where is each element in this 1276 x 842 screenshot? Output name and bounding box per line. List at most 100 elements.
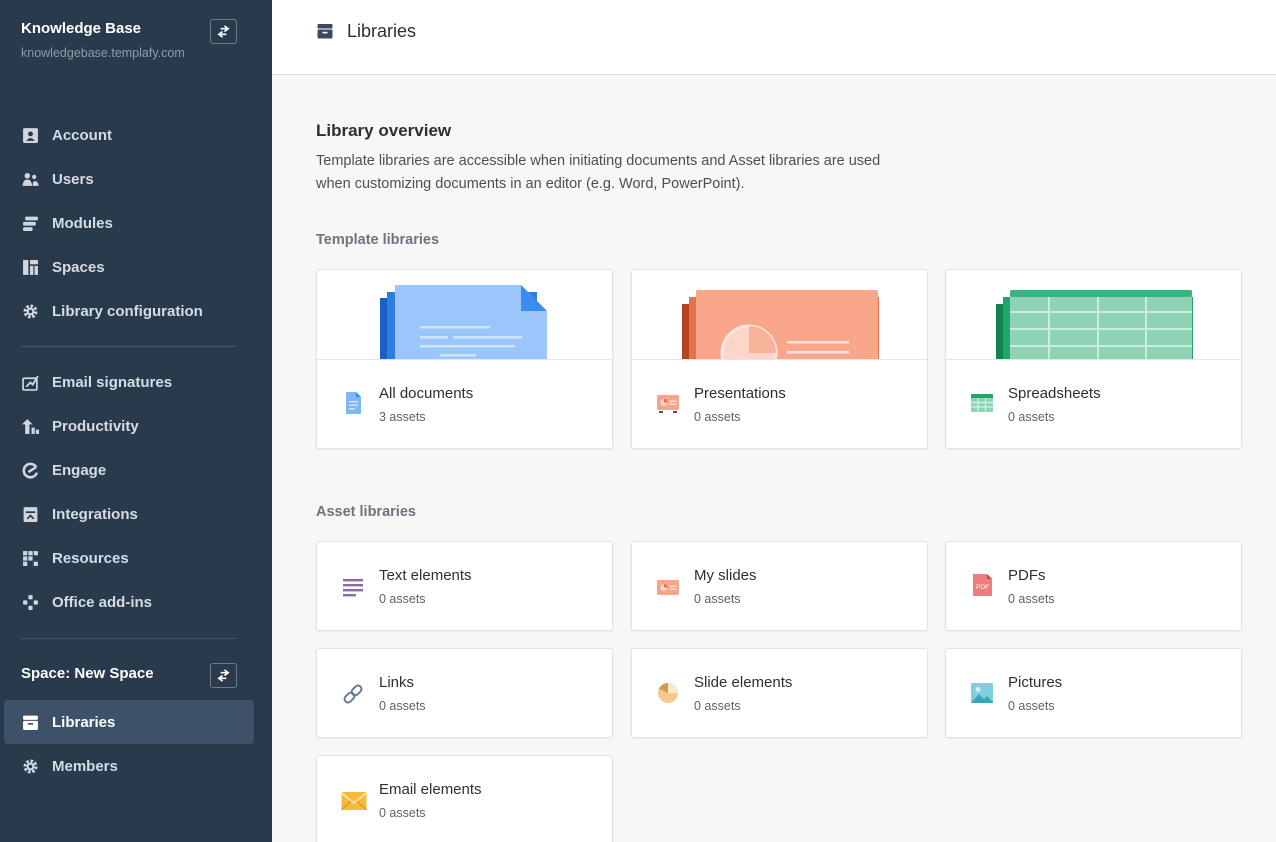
sidebar-item-office-add-ins[interactable]: Office add-ins <box>4 580 254 624</box>
card-asset-count: 0 assets <box>1008 699 1055 713</box>
sidebar-divider <box>21 346 237 347</box>
slides-icon <box>657 580 679 595</box>
library-card-spreadsheets[interactable]: Spreadsheets 0 assets <box>945 269 1242 449</box>
sidebar-item-engage[interactable]: Engage <box>4 448 254 492</box>
sidebar: Knowledge Base knowledgebase.templafy.co… <box>0 0 272 842</box>
sidebar-item-label: Integrations <box>52 505 138 523</box>
space-label: Space: New Space <box>21 665 154 682</box>
switch-space-button[interactable] <box>210 663 237 688</box>
sidebar-item-library-configuration[interactable]: Library configuration <box>4 289 254 333</box>
sidebar-item-label: Resources <box>52 549 129 567</box>
sidebar-item-resources[interactable]: Resources <box>4 536 254 580</box>
account-icon <box>21 126 39 144</box>
sidebar-item-label: Libraries <box>52 713 116 731</box>
library-card-text-elements[interactable]: Text elements 0 assets <box>316 541 613 631</box>
card-asset-count: 0 assets <box>379 806 426 820</box>
library-card-pictures[interactable]: Pictures 0 assets <box>945 648 1242 738</box>
card-title: Slide elements <box>694 674 793 691</box>
library-card-links[interactable]: Links 0 assets <box>316 648 613 738</box>
card-title: Email elements <box>379 781 482 798</box>
resources-icon <box>21 549 39 567</box>
library-card-all-documents[interactable]: All documents 3 assets <box>316 269 613 449</box>
gear-icon <box>21 302 39 320</box>
sidebar-item-libraries[interactable]: Libraries <box>4 700 254 744</box>
picture-icon <box>971 683 993 703</box>
card-asset-count: 0 assets <box>1008 592 1055 606</box>
presentation-icon <box>657 395 679 413</box>
sidebar-item-label: Members <box>52 757 118 775</box>
asset-libraries-label: Asset libraries <box>316 504 416 520</box>
org-name: Knowledge Base <box>21 20 142 37</box>
overview-heading: Library overview <box>316 121 452 140</box>
card-asset-count: 3 assets <box>379 410 426 424</box>
sidebar-item-members[interactable]: Members <box>4 744 254 788</box>
library-card-my-slides[interactable]: My slides 0 assets <box>631 541 928 631</box>
productivity-icon <box>21 417 39 435</box>
swap-arrows-icon <box>217 669 230 682</box>
card-title: Pictures <box>1008 674 1063 691</box>
sidebar-item-email-signatures[interactable]: Email signatures <box>4 360 254 404</box>
document-illustration <box>317 270 612 360</box>
card-title: Spreadsheets <box>1008 385 1101 402</box>
top-bar: Libraries <box>272 0 1276 75</box>
page-title: Libraries <box>347 21 417 41</box>
sidebar-item-label: Account <box>52 126 112 144</box>
sidebar-item-productivity[interactable]: Productivity <box>4 404 254 448</box>
sidebar-item-modules[interactable]: Modules <box>4 201 254 245</box>
libraries-icon <box>21 713 39 731</box>
sidebar-item-label: Spaces <box>52 258 105 276</box>
swap-arrows-icon <box>217 25 230 38</box>
template-libraries-label: Template libraries <box>316 232 440 248</box>
card-asset-count: 0 assets <box>694 592 741 606</box>
libraries-icon <box>317 24 333 39</box>
card-asset-count: 0 assets <box>694 699 741 713</box>
gear-icon <box>21 757 39 775</box>
spaces-icon <box>21 258 39 276</box>
spreadsheet-icon <box>971 394 993 412</box>
org-url: knowledgebase.templafy.com <box>21 46 185 60</box>
presentation-illustration <box>632 270 927 360</box>
overview-description: Template libraries are accessible when i… <box>316 153 881 192</box>
sidebar-item-label: Library configuration <box>52 302 203 320</box>
card-asset-count: 0 assets <box>379 592 426 606</box>
integrations-icon <box>21 505 39 523</box>
pie-chart-icon <box>658 683 678 703</box>
users-icon <box>21 170 39 188</box>
pdf-icon: PDF <box>973 574 992 596</box>
spreadsheet-illustration <box>946 270 1241 360</box>
sidebar-item-users[interactable]: Users <box>4 157 254 201</box>
card-title: Presentations <box>694 385 786 402</box>
sidebar-item-integrations[interactable]: Integrations <box>4 492 254 536</box>
sidebar-item-label: Office add-ins <box>52 593 153 611</box>
envelope-icon <box>341 792 367 811</box>
sidebar-divider <box>21 638 237 639</box>
sidebar-item-label: Email signatures <box>52 373 173 391</box>
engage-icon <box>21 461 39 479</box>
document-icon <box>346 392 361 414</box>
switch-tenant-button[interactable] <box>210 19 237 44</box>
card-asset-count: 0 assets <box>1008 410 1055 424</box>
sidebar-item-spaces[interactable]: Spaces <box>4 245 254 289</box>
card-asset-count: 0 assets <box>379 699 426 713</box>
sidebar-item-label: Engage <box>52 461 107 479</box>
card-title: My slides <box>694 567 757 584</box>
library-card-email-elements[interactable]: Email elements 0 assets <box>316 755 613 842</box>
sidebar-item-label: Productivity <box>52 417 139 435</box>
library-card-pdfs[interactable]: PDF PDFs 0 assets <box>945 541 1242 631</box>
text-elements-icon <box>343 579 363 597</box>
sidebar-item-label: Users <box>52 170 94 188</box>
modules-icon <box>21 214 39 232</box>
org-header: Knowledge Base knowledgebase.templafy.co… <box>21 20 185 60</box>
add-ins-icon <box>21 593 39 611</box>
library-card-slide-elements[interactable]: Slide elements 0 assets <box>631 648 928 738</box>
link-icon <box>343 684 363 704</box>
card-title: PDFs <box>1008 567 1046 584</box>
signature-icon <box>21 373 39 391</box>
card-title: Links <box>379 674 415 691</box>
sidebar-item-label: Modules <box>52 214 113 232</box>
sidebar-item-account[interactable]: Account <box>4 113 254 157</box>
card-asset-count: 0 assets <box>694 410 741 424</box>
library-card-presentations[interactable]: Presentations 0 assets <box>631 269 928 449</box>
card-title: Text elements <box>379 567 472 584</box>
card-title: All documents <box>379 385 474 402</box>
